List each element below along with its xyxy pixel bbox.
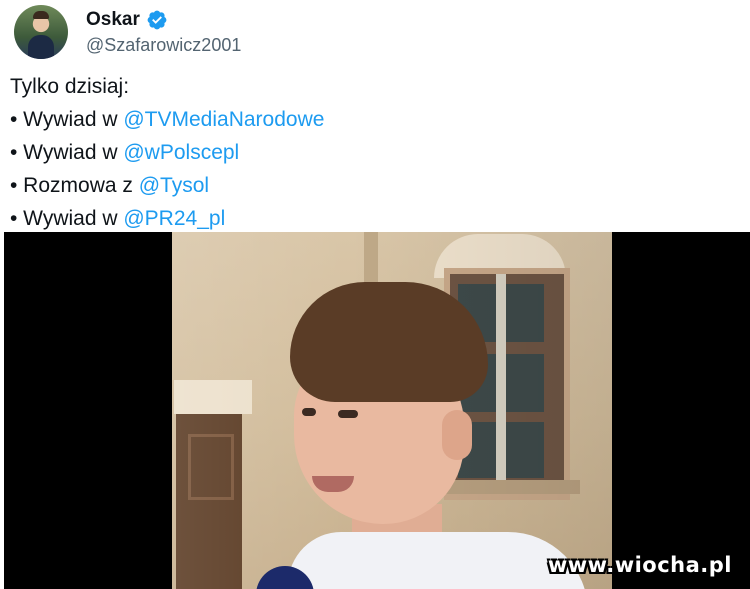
- mention-link[interactable]: @wPolscepl: [123, 141, 239, 164]
- tweet-header: Oskar @Szafarowicz2001: [14, 4, 241, 60]
- line-prefix: • Wywiad w: [10, 207, 124, 230]
- avatar[interactable]: [14, 5, 68, 59]
- tweet-line: • Wywiad w @TVMediaNarodowe: [10, 103, 324, 136]
- person-eye: [302, 408, 316, 416]
- person-ear: [442, 410, 472, 460]
- tweet-intro: Tylko dzisiaj:: [10, 75, 130, 98]
- mention-link[interactable]: @TVMediaNarodowe: [123, 108, 324, 131]
- author-handle[interactable]: @Szafarowicz2001: [86, 35, 241, 56]
- verified-badge-icon: [147, 10, 167, 29]
- mention-link[interactable]: @PR24_pl: [123, 207, 225, 230]
- line-prefix: • Wywiad w: [10, 141, 124, 164]
- person-eye: [338, 410, 358, 418]
- tweet-line: • Wywiad w @PR24_pl: [10, 202, 324, 235]
- tweet-line: • Wywiad w @wPolscepl: [10, 136, 324, 169]
- author-name[interactable]: Oskar: [86, 9, 140, 31]
- person-shirt: [288, 532, 588, 589]
- line-prefix: • Rozmowa z: [10, 174, 139, 197]
- tweet-line: • Rozmowa z @Tysol: [10, 169, 324, 202]
- watermark: www.wiocha.pl: [547, 553, 732, 577]
- line-prefix: • Wywiad w: [10, 108, 124, 131]
- author-name-row: Oskar: [86, 9, 241, 31]
- video-player[interactable]: www.wiocha.pl: [4, 232, 750, 589]
- video-frame: [172, 232, 612, 589]
- mention-link[interactable]: @Tysol: [139, 174, 209, 197]
- author-block: Oskar @Szafarowicz2001: [86, 9, 241, 56]
- tweet-text: Tylko dzisiaj: • Wywiad w @TVMediaNarodo…: [10, 70, 324, 235]
